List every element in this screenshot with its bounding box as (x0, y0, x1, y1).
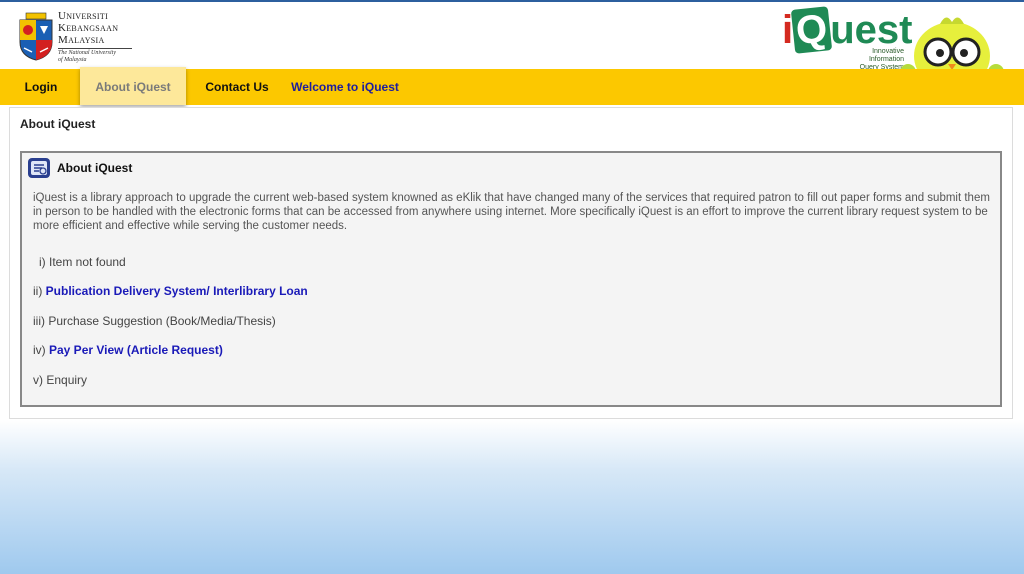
enquiry-text: Enquiry (46, 373, 88, 387)
item-not-found-text: Item not found (49, 255, 126, 269)
list-item: i) Item not found (39, 255, 126, 269)
iquest-wordmark: iQuest (782, 6, 913, 54)
brand-q: Q (790, 6, 833, 54)
university-name-line3: Malaysia (58, 34, 105, 46)
nav-welcome[interactable]: Welcome to iQuest (284, 69, 406, 105)
university-tagline-line1: The National University (58, 50, 116, 56)
content-panel: About iQuest About iQuest iQuest is a li… (9, 107, 1013, 419)
nav-login[interactable]: Login (10, 69, 72, 105)
page-title: About iQuest (20, 117, 96, 131)
university-tagline-line2: of Malaysia (58, 57, 87, 63)
main-navigation: Login About iQuest Contact Us Welcome to… (0, 67, 1024, 105)
pay-per-view-link[interactable]: Pay Per View (Article Request) (49, 343, 223, 357)
purchase-suggestion-text: Purchase Suggestion (Book/Media/Thesis) (48, 314, 276, 328)
brand-tagline-line1: Innovative Information (868, 48, 904, 63)
university-logo[interactable]: Universiti Kebangsaan Malaysia The Natio… (16, 10, 136, 66)
list-item-prefix: ii) (33, 284, 46, 298)
list-item: iii) Purchase Suggestion (Book/Media/The… (33, 314, 276, 328)
list-item: ii) Publication Delivery System/ Interli… (33, 284, 308, 298)
nav-about-iquest[interactable]: About iQuest (80, 67, 186, 105)
about-box: About iQuest iQuest is a library approac… (20, 151, 1002, 407)
university-name-line2: Kebangsaan (58, 22, 119, 34)
university-tagline: The National University of Malaysia (58, 48, 132, 64)
nav-contact-us[interactable]: Contact Us (196, 69, 278, 105)
university-name-line1: Universiti (58, 10, 109, 22)
list-item-prefix: iv) (33, 343, 49, 357)
list-item-prefix: iii) (33, 314, 49, 328)
iquest-logo[interactable]: iQuest Innovative Information Query Syst… (782, 6, 1022, 90)
list-item-prefix: v) (33, 373, 47, 387)
university-crest-icon (19, 12, 53, 61)
list-item-prefix: i) (39, 255, 49, 269)
list-item: v) Enquiry (33, 373, 87, 387)
iquest-description: iQuest is a library approach to upgrade … (33, 192, 990, 232)
site-header: Universiti Kebangsaan Malaysia The Natio… (0, 2, 1024, 90)
publication-delivery-link[interactable]: Publication Delivery System/ Interlibrar… (46, 284, 308, 298)
list-item: iv) Pay Per View (Article Request) (33, 343, 223, 357)
box-title: About iQuest (57, 161, 133, 175)
info-screen-icon (28, 158, 50, 178)
university-wordmark: Universiti Kebangsaan Malaysia The Natio… (58, 10, 132, 64)
